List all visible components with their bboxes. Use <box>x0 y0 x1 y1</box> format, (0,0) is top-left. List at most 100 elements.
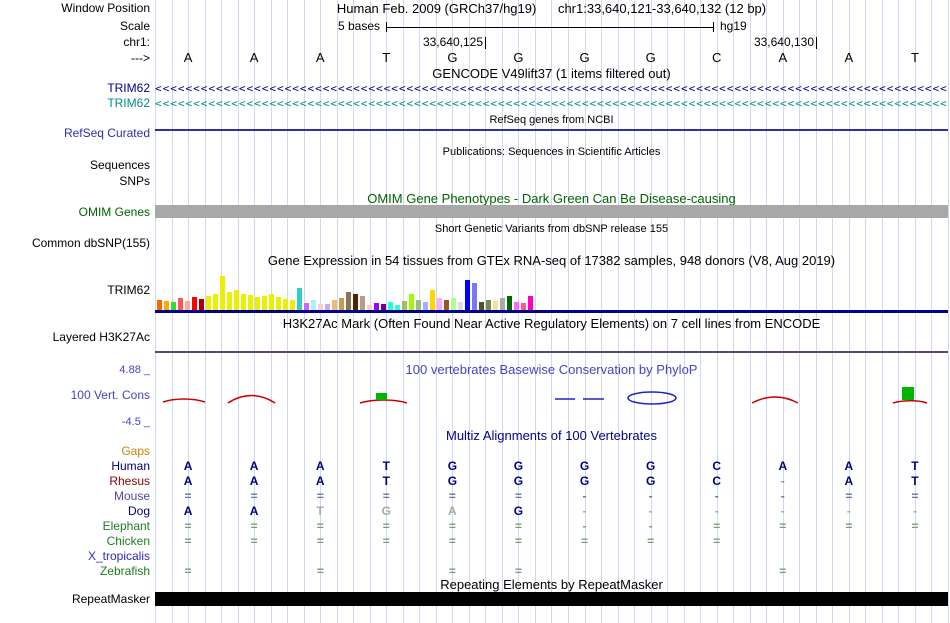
publications-track-title: Publications: Sequences in Scientific Ar… <box>442 146 661 158</box>
multiz-cell: - <box>714 489 719 503</box>
gencode-transcript-trim62[interactable]: <<<<<<<<<<<<<<<<<<<<<<<<<<<<<<<<<<<<<<<<… <box>155 82 948 95</box>
multiz-cell: = <box>448 489 456 503</box>
track-label-gencode-trim62-2[interactable]: TRIM62 <box>0 97 150 110</box>
multiz-row-elephant[interactable]: Elephant = = = = = = - - = = = = <box>0 519 950 534</box>
conservation-green-bar <box>376 393 387 400</box>
multiz-species-label[interactable]: Human <box>0 460 150 473</box>
position-range: chr1:33,640,121-33,640,132 (12 bp) <box>557 1 767 16</box>
multiz-species-label[interactable]: X_tropicalis <box>0 550 150 563</box>
base-letter: A <box>778 50 788 65</box>
conservation-red-peak <box>359 399 408 404</box>
multiz-cell: = <box>911 519 919 533</box>
refseq-track-title: RefSeq genes from NCBI <box>489 114 614 126</box>
multiz-cell: = <box>514 534 522 548</box>
multiz-row-rhesus[interactable]: Rhesus A A A T G G G G C - A T <box>0 474 950 489</box>
omim-gene-bar[interactable] <box>155 205 948 218</box>
multiz-cell: A <box>315 459 325 473</box>
multiz-cell: = <box>514 519 522 533</box>
track-label-common-dbsnp[interactable]: Common dbSNP(155) <box>0 237 150 250</box>
multiz-species-label[interactable]: Dog <box>0 505 150 518</box>
multiz-cell: G <box>513 459 524 473</box>
omim-track-title: OMIM Gene Phenotypes - Dark Green Can Be… <box>367 191 736 206</box>
genome-browser-view: Window Position Scale chr1: ---> TRIM62 … <box>0 0 950 623</box>
multiz-species-label[interactable]: Elephant <box>0 520 150 533</box>
multiz-cell: G <box>447 459 458 473</box>
coordinate-right-tick <box>816 37 817 49</box>
gtex-tissue-bar <box>157 300 162 310</box>
track-label-gtex-trim62[interactable]: TRIM62 <box>0 284 150 297</box>
gtex-tissue-bar <box>353 294 358 310</box>
multiz-cell: - <box>648 504 653 518</box>
multiz-cell: G <box>447 474 458 488</box>
multiz-cell: = <box>316 519 324 533</box>
multiz-cell: = <box>779 564 787 578</box>
track-label-gencode-trim62[interactable]: TRIM62 <box>0 82 150 95</box>
repeatmasker-bar[interactable] <box>155 592 948 606</box>
multiz-cell: = <box>448 519 456 533</box>
track-label-100-vert-cons[interactable]: 100 Vert. Cons <box>0 389 150 402</box>
refseq-gene-bar[interactable] <box>155 129 948 131</box>
gtex-tissue-bar <box>290 300 295 310</box>
multiz-cell: A <box>183 459 193 473</box>
gtex-tissue-bar <box>311 300 316 310</box>
gencode-track-title: GENCODE V49lift37 (1 items filtered out) <box>432 66 671 81</box>
multiz-cell: = <box>713 519 721 533</box>
track-label-layered-h3k27ac[interactable]: Layered H3K27Ac <box>0 331 150 344</box>
multiz-cell: G <box>579 459 590 473</box>
conservation-plot[interactable] <box>155 378 948 422</box>
gtex-tissue-bar <box>248 295 253 310</box>
multiz-species-label[interactable]: Rhesus <box>0 475 150 488</box>
gtex-tissue-bar <box>192 297 197 310</box>
multiz-cell: A <box>448 504 457 518</box>
multiz-cell: = <box>250 534 258 548</box>
multiz-cell: T <box>316 504 324 518</box>
multiz-cell: A <box>249 474 259 488</box>
base-letter: C <box>712 50 722 65</box>
multiz-cell: - <box>582 489 587 503</box>
gtex-tissue-bar <box>444 300 449 310</box>
gtex-expression-bar-chart[interactable] <box>155 269 948 310</box>
multiz-cell: G <box>645 459 656 473</box>
multiz-cell: G <box>381 504 391 518</box>
gtex-tissue-bar <box>346 292 351 310</box>
multiz-cell: - <box>780 489 785 503</box>
multiz-cell: - <box>582 519 587 533</box>
gtex-track-title: Gene Expression in 54 tissues from GTEx … <box>267 253 836 268</box>
multiz-row-mouse[interactable]: Mouse = = = = = = - - - - = = <box>0 489 950 504</box>
multiz-species-label[interactable]: Chicken <box>0 535 150 548</box>
base-letter: G <box>447 50 458 65</box>
multiz-species-label[interactable]: Mouse <box>0 490 150 503</box>
gtex-tissue-bar <box>479 302 484 310</box>
gencode-transcript-trim62-2[interactable]: <<<<<<<<<<<<<<<<<<<<<<<<<<<<<<<<<<<<<<<<… <box>155 97 948 110</box>
multiz-cell: T <box>911 459 919 473</box>
h3k27ac-track-line[interactable] <box>155 351 948 353</box>
multiz-species-label[interactable]: Gaps <box>0 445 150 458</box>
multiz-cell: G <box>513 504 524 518</box>
track-label-omim-genes[interactable]: OMIM Genes <box>0 206 150 219</box>
multiz-cell: A <box>844 459 854 473</box>
multiz-row-human[interactable]: Human A A A T G G G G C A A T <box>0 459 950 474</box>
multiz-species-label[interactable]: Zebrafish <box>0 565 150 578</box>
multiz-cell: T <box>382 474 390 488</box>
track-label-refseq-curated[interactable]: RefSeq Curated <box>0 127 150 140</box>
multiz-row-gaps[interactable]: Gaps <box>0 444 950 459</box>
gtex-tissue-bar <box>374 303 379 310</box>
base-ruler[interactable]: AAATGGGGCAAT <box>0 50 950 65</box>
gtex-tissue-bar <box>178 298 183 310</box>
gtex-tissue-bar <box>220 276 225 310</box>
label-chrom: chr1: <box>123 35 150 49</box>
multiz-cell: A <box>249 459 259 473</box>
track-label-repeatmasker[interactable]: RepeatMasker <box>0 593 150 606</box>
scale-bar <box>386 27 714 28</box>
base-letter: A <box>249 50 259 65</box>
track-label-snps[interactable]: SNPs <box>0 175 150 188</box>
multiz-row-x-tropicalis[interactable]: X_tropicalis <box>0 549 950 564</box>
conservation-red-peak <box>227 394 276 404</box>
gtex-tissue-bar <box>227 292 232 310</box>
multiz-row-dog[interactable]: Dog A A T G A G - - - - - - <box>0 504 950 519</box>
gtex-tissue-bar <box>528 296 533 310</box>
track-label-sequences[interactable]: Sequences <box>0 159 150 172</box>
multiz-row-chicken[interactable]: Chicken = = = = = = = = = <box>0 534 950 549</box>
multiz-cell: T <box>382 459 390 473</box>
gtex-tissue-bar <box>234 290 239 310</box>
